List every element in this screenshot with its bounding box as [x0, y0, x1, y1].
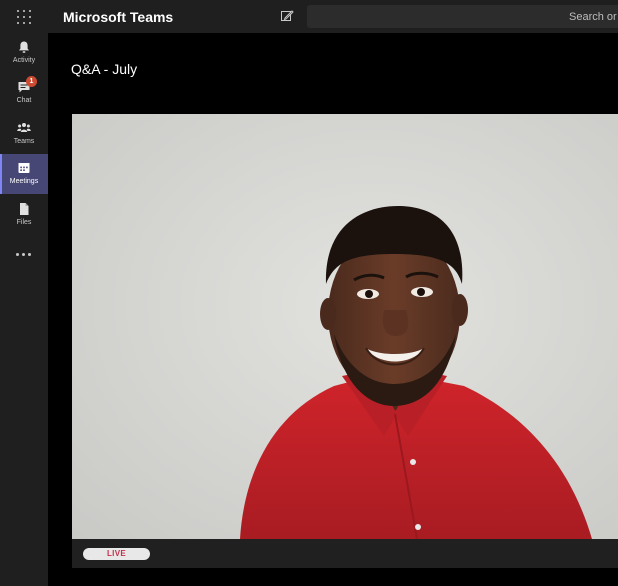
- compose-icon[interactable]: [280, 9, 294, 23]
- rail-item-chat[interactable]: 1 Chat: [0, 73, 48, 113]
- rail-label-meetings: Meetings: [9, 178, 39, 185]
- app-launcher-icon[interactable]: [17, 10, 31, 24]
- file-icon: [20, 203, 29, 215]
- chat-unread-badge: 1: [26, 76, 37, 87]
- teams-icon: [17, 123, 31, 132]
- video-controls-bar: LIVE: [72, 539, 618, 568]
- app-title: Microsoft Teams: [63, 9, 174, 25]
- title-bar: Microsoft Teams: [0, 0, 618, 33]
- search-box[interactable]: [307, 5, 618, 28]
- app-rail: Activity 1 Chat Teams Meetings Files: [0, 33, 48, 586]
- rail-label-chat: Chat: [16, 97, 32, 104]
- meeting-title: Q&A - July: [71, 61, 138, 77]
- rail-item-files[interactable]: Files: [0, 195, 48, 235]
- search-input[interactable]: [307, 5, 618, 28]
- rail-label-files: Files: [16, 219, 32, 226]
- rail-item-teams[interactable]: Teams: [0, 114, 48, 154]
- live-video[interactable]: [72, 114, 618, 539]
- rail-label-activity: Activity: [12, 57, 36, 64]
- bell-icon: [19, 41, 29, 53]
- presenter-video-frame: [72, 114, 618, 539]
- rail-item-activity[interactable]: Activity: [0, 33, 48, 73]
- live-status-badge: LIVE: [83, 548, 150, 560]
- calendar-icon: [18, 163, 30, 173]
- rail-label-teams: Teams: [13, 138, 35, 145]
- rail-item-meetings[interactable]: Meetings: [0, 154, 48, 194]
- more-icon[interactable]: [14, 249, 34, 259]
